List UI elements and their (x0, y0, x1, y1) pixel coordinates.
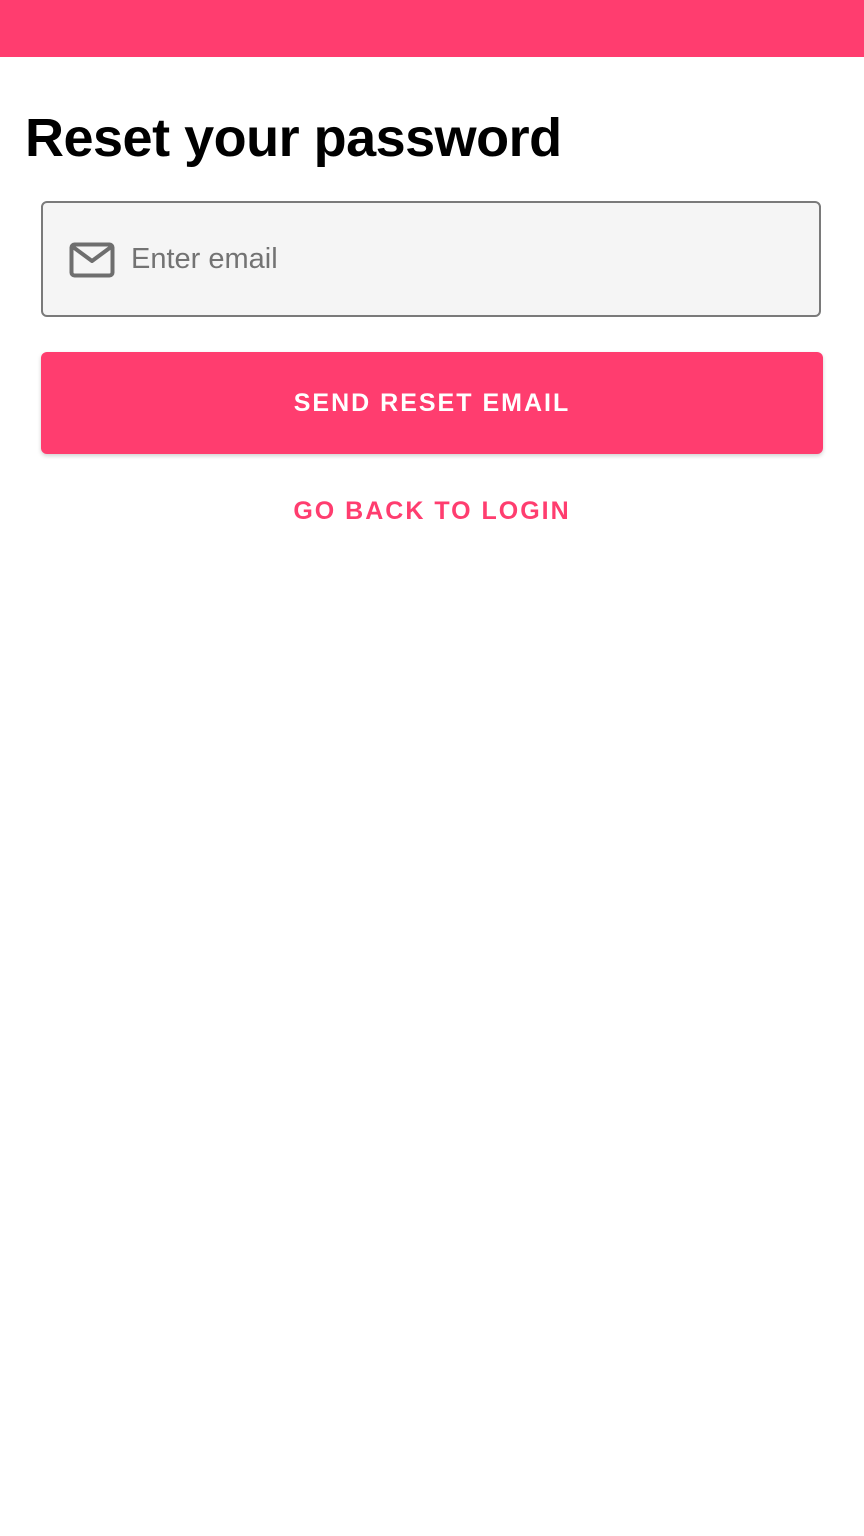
go-back-to-login-link[interactable]: GO BACK TO LOGIN (41, 486, 823, 536)
email-input[interactable] (131, 203, 791, 315)
send-reset-email-button[interactable]: SEND RESET EMAIL (41, 352, 823, 454)
status-bar (0, 0, 864, 57)
email-field[interactable] (41, 201, 821, 317)
mail-icon (69, 242, 115, 278)
page-title: Reset your password (25, 108, 562, 168)
